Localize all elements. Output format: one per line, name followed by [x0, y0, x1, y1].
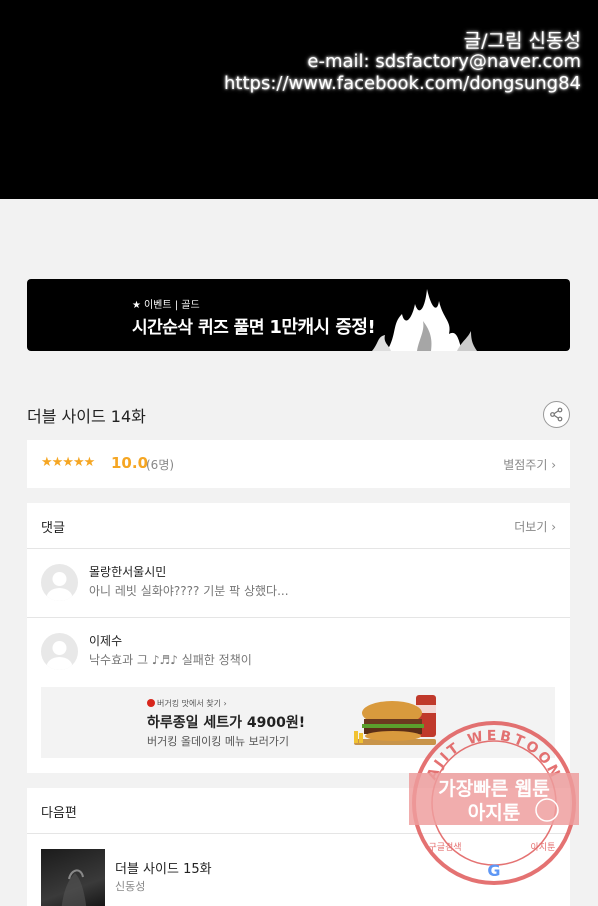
default-avatar-icon [46, 641, 73, 670]
next-episode-author: 신동성 [115, 880, 146, 893]
event-tag: ★ 이벤트 | 골드 [132, 296, 200, 311]
ad-small-text: 버거킹 맛에서 찾기 › [147, 698, 227, 709]
next-episode-thumbnail[interactable] [41, 849, 105, 906]
rating-card: ★★★★★ 10.0 (6명) 별점주기 › [27, 440, 570, 488]
share-button[interactable] [543, 401, 570, 428]
episode-thumbnail-image [61, 869, 87, 906]
white-flame-icon [372, 289, 477, 351]
ad-small-label: 버거킹 맛에서 찾기 › [157, 699, 227, 708]
google-icon: G [487, 861, 500, 880]
burger-king-logo-icon [147, 699, 155, 707]
star-icon: ★ [132, 300, 141, 311]
comment-author: 이제수 [89, 634, 123, 648]
watermark-bottom-left: 구글검색 [428, 841, 461, 853]
rating-score: 10.0 [111, 454, 149, 472]
author-credits: 글/그림 신동성 e-mail: sdsfactory@naver.com ht… [0, 0, 598, 199]
share-icon [550, 407, 563, 422]
avatar [41, 564, 78, 601]
credits-author: 글/그림 신동성 [463, 30, 581, 52]
ad-headline: 하루종일 세트가 4900원! [147, 715, 306, 731]
event-headline-prefix: 시간순삭 퀴즈 풀면 [132, 318, 270, 338]
avatar [41, 633, 78, 670]
event-headline: 시간순삭 퀴즈 풀면 1만캐시 증정! [132, 313, 376, 339]
event-tag-text: 이벤트 | 골드 [143, 300, 200, 311]
default-avatar-icon [46, 572, 73, 601]
comments-label: 댓글 [41, 521, 65, 536]
credits-email: e-mail: sdsfactory@naver.com [307, 51, 581, 72]
credits-facebook: https://www.facebook.com/dongsung84 [224, 73, 581, 94]
comment-text: 아니 레빗 실화야???? 기분 팍 상했다... [89, 584, 289, 598]
watermark-line1: 가장빠른 웹툰 [438, 778, 550, 800]
comment-item[interactable]: 이제수 낙수효과 그 ♪♬♪ 실패한 정책이 [27, 618, 570, 687]
watermark-stamp-icon: AJIT WEBTOON 가장빠른 웹툰 아지툰 구글검색 아지툰 G [409, 721, 579, 885]
event-banner[interactable]: ★ 이벤트 | 골드 시간순삭 퀴즈 풀면 1만캐시 증정! [27, 279, 570, 351]
watermark-bottom-right: 아지툰 [531, 842, 556, 853]
comments-more-link[interactable]: 더보기 › [514, 518, 556, 535]
event-headline-bold: 1만캐시 증정! [269, 317, 376, 338]
rating-count: (6명) [146, 458, 175, 472]
watermark-line2: 아지툰 [468, 802, 520, 824]
next-label: 다음편 [41, 806, 77, 821]
ad-subtext: 버거킹 올데이킹 메뉴 보러가기 [147, 735, 290, 748]
next-episode-title[interactable]: 더블 사이드 15화 [115, 858, 212, 877]
comment-text: 낙수효과 그 ♪♬♪ 실패한 정책이 [89, 653, 252, 667]
rating-stars-icon: ★★★★★ [41, 455, 95, 470]
episode-title: 더블 사이드 14화 [27, 407, 146, 426]
comment-item[interactable]: 몰랑한서울시민 아니 레빗 실화야???? 기분 팍 상했다... [27, 549, 570, 618]
comments-header: 댓글 더보기 › [27, 503, 570, 549]
rate-button[interactable]: 별점주기 › [503, 456, 556, 473]
comment-author: 몰랑한서울시민 [89, 565, 167, 579]
